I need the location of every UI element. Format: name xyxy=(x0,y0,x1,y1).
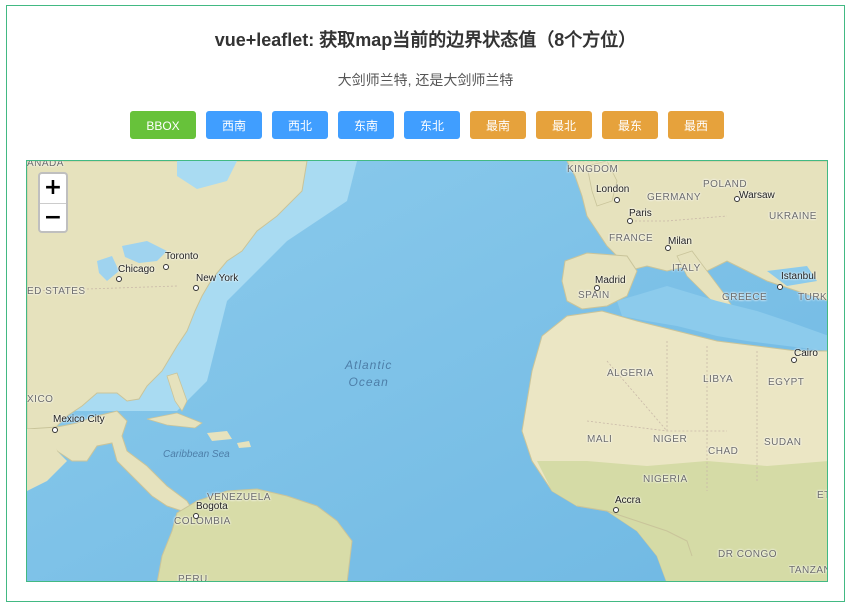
city-marker-accra xyxy=(613,507,619,513)
country-label-poland: POLAND xyxy=(703,179,748,190)
country-label-tanzania: TANZAN xyxy=(789,565,828,576)
city-marker-mexicocity xyxy=(52,427,58,433)
city-label-warsaw: Warsaw xyxy=(739,190,775,201)
north-button[interactable]: 最北 xyxy=(536,111,592,139)
country-label-libya: LIBYA xyxy=(703,374,734,385)
page-title: vue+leaflet: 获取map当前的边界状态值（8个方位） xyxy=(214,30,637,50)
country-label-colombia: COLOMBIA xyxy=(174,516,231,527)
country-label-drcongo: DR CONGO xyxy=(718,549,777,560)
country-label-spain: SPAIN xyxy=(578,290,610,301)
country-label-chad: CHAD xyxy=(708,446,739,457)
east-button[interactable]: 最东 xyxy=(602,111,658,139)
city-label-toronto: Toronto xyxy=(165,251,199,262)
city-marker-london xyxy=(614,197,620,203)
ocean-label-atlantic: Atlantic Ocean xyxy=(345,358,393,389)
country-label-greece: GREECE xyxy=(722,292,768,303)
country-label-germany: GERMANY xyxy=(647,192,702,203)
southwest-button[interactable]: 西南 xyxy=(206,111,262,139)
city-label-cairo: Cairo xyxy=(794,348,818,359)
city-marker-istanbul xyxy=(777,284,783,290)
country-label-mexico: XICO xyxy=(27,394,54,405)
city-marker-chicago xyxy=(116,276,122,282)
country-label-mali: MALI xyxy=(587,434,613,445)
country-label-turkey: TURK xyxy=(798,292,828,303)
zoom-in-button[interactable]: + xyxy=(40,174,66,204)
city-label-bogota: Bogota xyxy=(196,501,228,512)
southeast-button[interactable]: 东南 xyxy=(338,111,394,139)
zoom-control: + − xyxy=(38,172,68,233)
country-label-france: FRANCE xyxy=(609,233,654,244)
city-label-madrid: Madrid xyxy=(595,275,626,286)
city-label-mexicocity: Mexico City xyxy=(53,414,105,425)
sea-label-caribbean: Caribbean Sea xyxy=(163,449,230,460)
country-label-canada: ANADA xyxy=(27,160,64,169)
bbox-button[interactable]: BBOX xyxy=(130,111,196,139)
country-label-egypt: EGYPT xyxy=(768,377,805,388)
country-label-sudan: SUDAN xyxy=(764,437,802,448)
northwest-button[interactable]: 西北 xyxy=(272,111,328,139)
city-label-accra: Accra xyxy=(615,495,641,506)
country-label-niger: NIGER xyxy=(653,434,688,445)
country-label-peru: PERU xyxy=(178,574,208,582)
city-label-istanbul: Istanbul xyxy=(781,271,817,282)
city-marker-newyork xyxy=(193,285,199,291)
west-button[interactable]: 最西 xyxy=(668,111,724,139)
city-label-newyork: New York xyxy=(196,273,239,284)
country-label-us: ED STATES xyxy=(27,286,86,297)
country-label-italy: ITALY xyxy=(672,263,701,274)
city-marker-bogota xyxy=(193,513,199,519)
city-label-london: London xyxy=(596,184,630,195)
country-label-nigeria: NIGERIA xyxy=(643,474,688,485)
map-basemap xyxy=(27,161,827,581)
city-label-chicago: Chicago xyxy=(118,264,155,275)
city-marker-toronto xyxy=(163,264,169,270)
city-label-paris: Paris xyxy=(629,208,652,219)
city-label-milan: Milan xyxy=(668,236,692,247)
button-toolbar: BBOX 西南 西北 东南 东北 最南 最北 最东 最西 xyxy=(130,111,724,139)
south-button[interactable]: 最南 xyxy=(470,111,526,139)
country-label-algeria: ALGERIA xyxy=(607,368,654,379)
country-label-ukraine: UKRAINE xyxy=(769,211,817,222)
map-container[interactable]: + − ANADA ED STATES XICO UNITED KINGDOM … xyxy=(26,160,828,582)
northeast-button[interactable]: 东北 xyxy=(404,111,460,139)
country-label-uk: UNITED KINGDOM xyxy=(567,161,619,175)
zoom-out-button[interactable]: − xyxy=(40,204,66,231)
page-subtitle: 大剑师兰特, 还是大剑师兰特 xyxy=(337,72,514,88)
country-label-ethiopia: ET xyxy=(817,490,827,501)
